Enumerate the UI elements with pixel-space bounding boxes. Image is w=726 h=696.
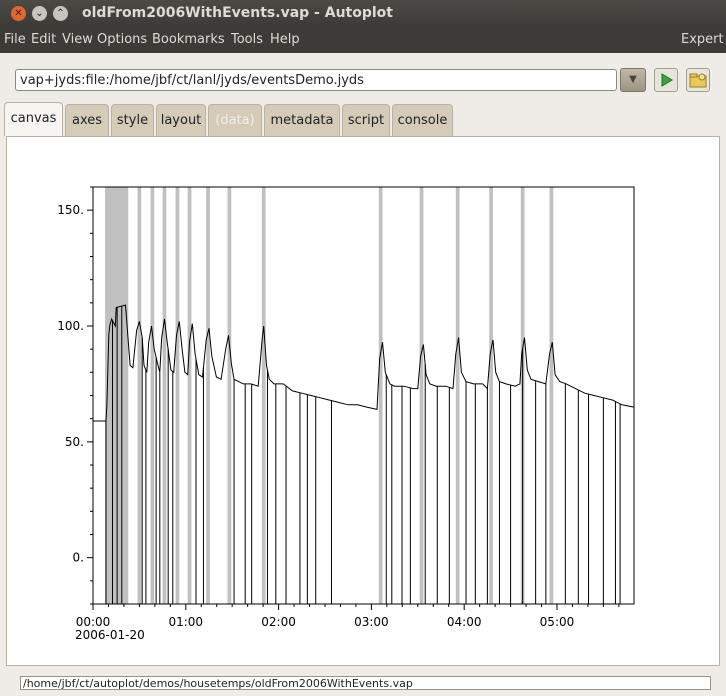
dropout-spikes — [105, 306, 621, 604]
canvas-panel: 0. 50. 100. 150. 00:00 01:00 02:00 03:00 04:00 0… — [6, 136, 720, 666]
event-bar — [187, 187, 192, 604]
uri-input[interactable]: vap+jyds:file:/home/jbf/ct/lanl/jyds/eve… — [15, 69, 617, 91]
event-bar — [162, 187, 167, 604]
event-bar — [206, 187, 210, 604]
uri-toolbar: vap+jyds:file:/home/jbf/ct/lanl/jyds/eve… — [0, 53, 726, 103]
menu-bookmarks[interactable]: Bookmarks — [152, 32, 225, 47]
menu-edit[interactable]: Edit — [31, 32, 56, 47]
go-button[interactable] — [654, 68, 678, 92]
event-bar — [549, 187, 554, 604]
y-tick-label: 50. — [65, 435, 84, 449]
maximize-window-button[interactable]: ⌃ — [53, 6, 68, 21]
menu-view[interactable]: View — [62, 32, 93, 47]
x-tick-label: 03:00 — [354, 615, 389, 629]
x-tick-label: 01:00 — [168, 615, 203, 629]
event-bars — [105, 187, 554, 604]
plot-canvas[interactable]: 0.50.100.150. 00:00 01:00 02:00 03:00 04:00 0… — [7, 137, 719, 665]
chevron-down-icon: ▼ — [629, 74, 637, 85]
tab-layout[interactable]: layout — [156, 104, 206, 136]
event-bar — [175, 187, 180, 604]
x-tick-label: 00:00 — [76, 615, 111, 629]
window-title: oldFrom2006WithEvents.vap - Autoplot — [82, 5, 393, 21]
tab-axes[interactable]: axes — [65, 104, 109, 136]
tab-canvas[interactable]: canvas — [4, 102, 63, 136]
minimize-window-button[interactable]: ⌄ — [32, 6, 47, 21]
menu-tools[interactable]: Tools — [231, 32, 263, 47]
y-axis: 0. 50. 100. 150. — [57, 186, 93, 605]
menu-help[interactable]: Help — [270, 32, 300, 47]
uri-history-dropdown-button[interactable]: ▼ — [620, 68, 646, 92]
folder-icon — [689, 73, 707, 88]
close-window-button[interactable]: ✕ — [11, 6, 26, 21]
event-bar — [261, 187, 266, 604]
status-bar-path: /home/jbf/ct/autoplot/demos/housetemps/o… — [20, 676, 711, 690]
x-axis: 00:00 01:00 02:00 03:00 04:00 05:00 — [76, 604, 620, 629]
event-bar — [137, 187, 142, 604]
menu-expert[interactable]: Expert — [681, 32, 724, 47]
event-bar — [150, 187, 155, 604]
x-tick-label: 05:00 — [540, 615, 575, 629]
play-icon — [661, 73, 673, 87]
x-tick-label: 04:00 — [447, 615, 482, 629]
tab-data: (data) — [208, 104, 262, 136]
event-bar — [455, 187, 460, 604]
x-axis-date-label: 2006-01-20 — [75, 628, 145, 642]
event-bar — [419, 187, 424, 604]
event-bar — [227, 187, 232, 604]
y-tick-label: 0. — [73, 551, 84, 565]
tab-style[interactable]: style — [111, 104, 154, 136]
open-file-button[interactable] — [686, 68, 710, 92]
event-bar — [378, 187, 383, 604]
y-tick-label: 100. — [57, 319, 84, 333]
tab-metadata[interactable]: metadata — [264, 104, 340, 136]
y-tick-label: 150. — [57, 203, 84, 217]
tab-console[interactable]: console — [392, 104, 453, 136]
event-bar — [489, 187, 493, 604]
title-bar: ✕ ⌄ ⌃ oldFrom2006WithEvents.vap - Autopl… — [0, 0, 726, 28]
menu-bar: File Edit View Options Bookmarks Tools H… — [0, 28, 726, 53]
menu-options[interactable]: Options — [97, 32, 147, 47]
tab-script[interactable]: script — [342, 104, 390, 136]
x-tick-label: 02:00 — [261, 615, 296, 629]
menu-file[interactable]: File — [4, 32, 26, 47]
